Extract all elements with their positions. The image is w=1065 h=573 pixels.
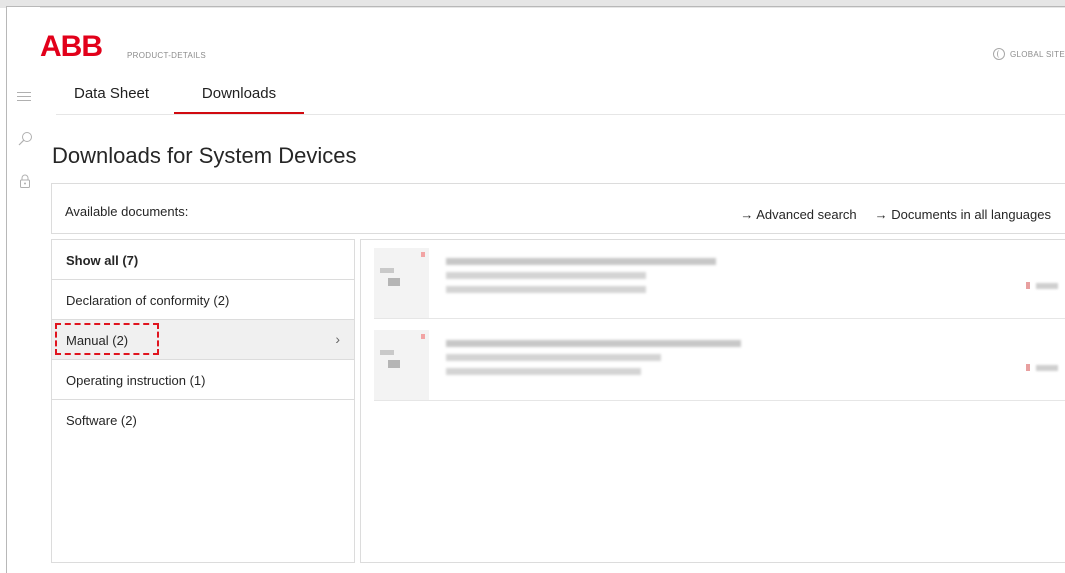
document-subtitle-blurred [446, 272, 646, 279]
document-meta-blurred [446, 286, 646, 293]
document-thumbnail [374, 330, 429, 400]
page-title: Downloads for System Devices [52, 143, 357, 168]
side-rail [7, 7, 40, 573]
category-list: Show all (7) Declaration of conformity (… [51, 239, 355, 563]
document-title-blurred [446, 340, 741, 347]
all-languages-link[interactable]: → Documents in all languages [875, 207, 1051, 222]
globe-icon [992, 48, 1005, 60]
category-declaration-of-conformity[interactable]: Declaration of conformity (2) [52, 280, 354, 320]
document-item[interactable] [374, 328, 1065, 401]
category-label: Show all (7) [66, 253, 139, 268]
lock-icon[interactable] [17, 173, 33, 189]
search-icon[interactable] [17, 131, 33, 147]
category-label: Manual (2) [66, 333, 129, 348]
global-site-link[interactable]: GLOBAL SITE [992, 48, 1065, 60]
chevron-right-icon: › [335, 331, 340, 347]
category-label: Declaration of conformity (2) [66, 293, 230, 308]
svg-text:ABB: ABB [40, 32, 102, 58]
available-documents-label: Available documents: [65, 204, 189, 219]
document-meta-blurred [446, 368, 641, 375]
category-operating-instruction[interactable]: Operating instruction (1) [52, 360, 354, 400]
document-thumbnail [374, 248, 429, 318]
tab-downloads[interactable]: Downloads [174, 85, 304, 114]
advanced-search-link[interactable]: → Advanced search [740, 207, 856, 222]
global-site-label: GLOBAL SITE [1009, 49, 1065, 59]
document-format-tag [1026, 364, 1058, 371]
document-item[interactable] [374, 246, 1065, 319]
document-subtitle-blurred [446, 354, 661, 361]
category-manual[interactable]: Manual (2) › [52, 320, 354, 360]
category-label: Software (2) [66, 413, 137, 428]
document-results [360, 239, 1065, 563]
category-show-all[interactable]: Show all (7) [52, 240, 354, 280]
window-top-border [6, 6, 1065, 7]
abb-logo[interactable]: ABB [40, 32, 118, 58]
document-title-blurred [446, 258, 716, 265]
available-documents-bar: Available documents: → Advanced search →… [51, 183, 1065, 234]
hamburger-icon[interactable] [17, 89, 33, 105]
tab-bar: Data Sheet Downloads [56, 82, 1065, 115]
category-label: Operating instruction (1) [66, 373, 206, 388]
section-label: PRODUCT-DETAILS [127, 51, 207, 60]
category-software[interactable]: Software (2) [52, 400, 354, 440]
document-format-tag [1026, 282, 1058, 289]
tab-data-sheet[interactable]: Data Sheet [74, 85, 149, 112]
site-header: ABB PRODUCT-DETAILS GLOBAL SITE [40, 22, 1065, 72]
